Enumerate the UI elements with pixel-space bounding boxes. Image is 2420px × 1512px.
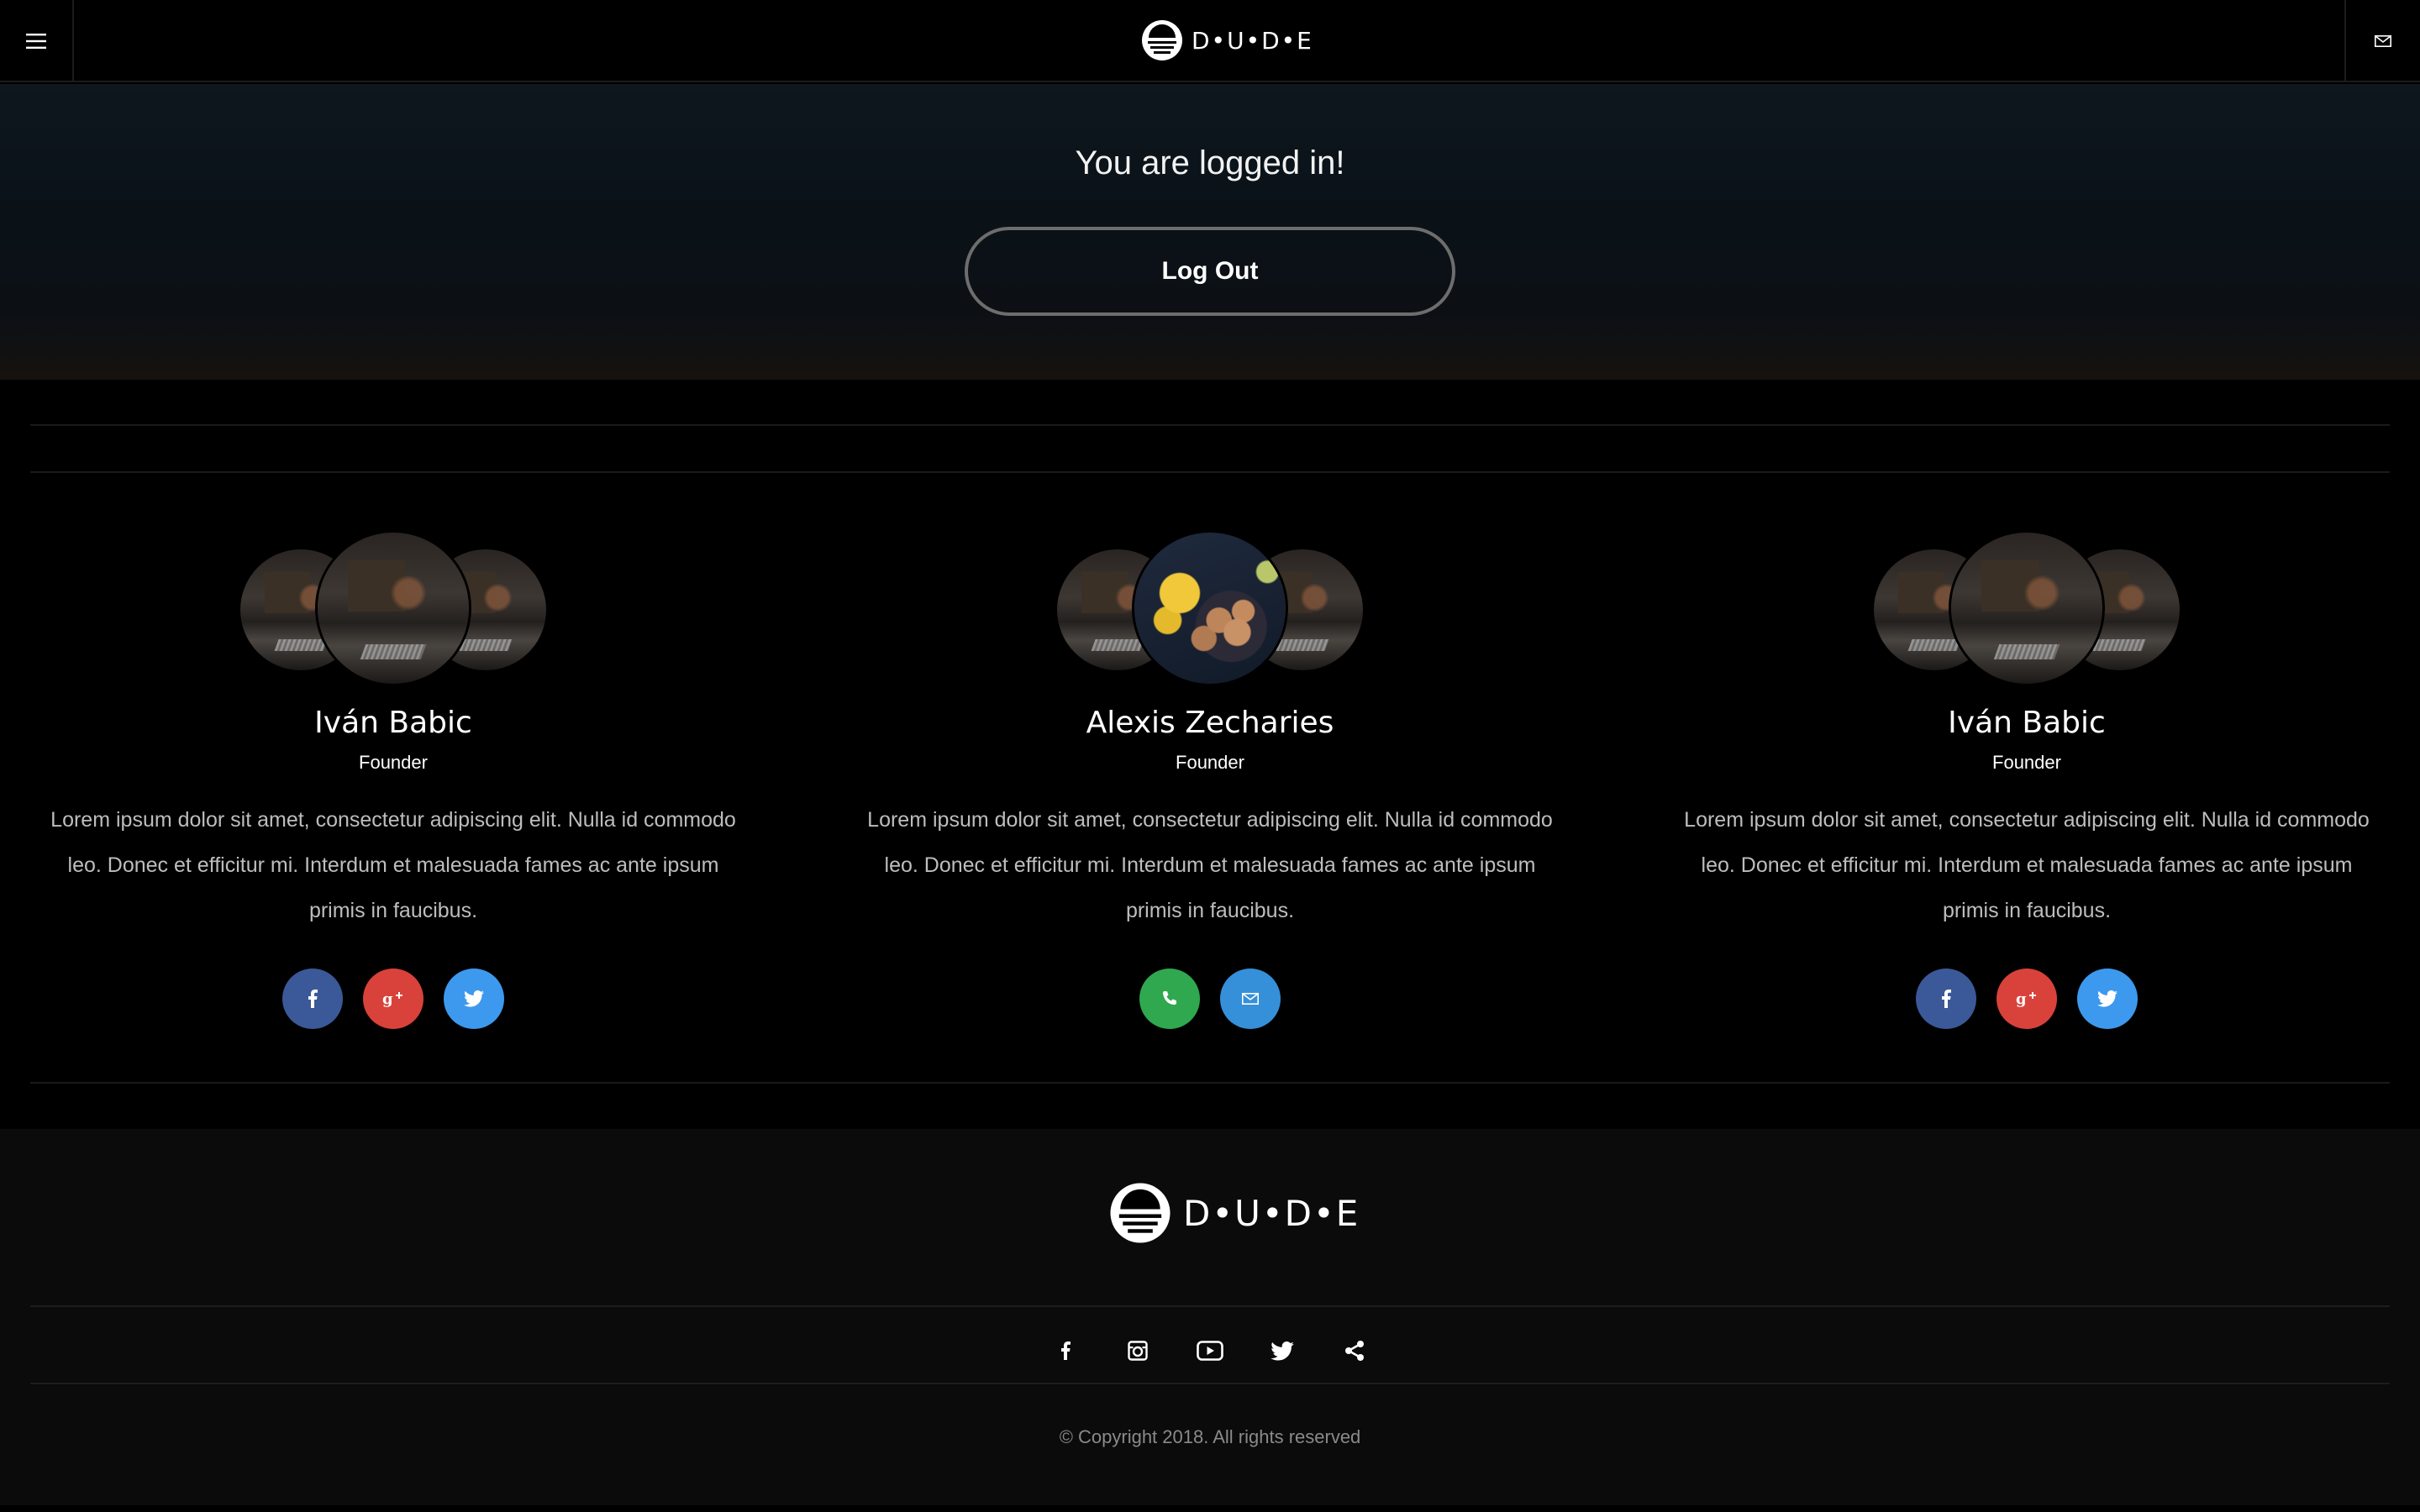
twitter-button[interactable] [2077,969,2138,1029]
avatar[interactable] [1951,533,2102,684]
footer-share-link[interactable] [1331,1327,1378,1374]
google-plus-button[interactable]: g [363,969,424,1029]
member-bio: Lorem ipsum dolor sit amet, consectetur … [867,808,1553,922]
mail-button[interactable] [1220,969,1281,1029]
member-name: Alexis Zecharies [1086,706,1334,740]
logo-icon [1110,1183,1171,1243]
avatar-group [1057,533,1363,687]
divider [30,1383,2390,1384]
team-member-card: Iván Babic Founder Lorem ipsum dolor sit… [1657,533,2396,1029]
phone-icon [1163,991,1176,1005]
member-socials [840,969,1580,1029]
footer-instagram-link[interactable] [1114,1327,1161,1374]
member-role: Founder [1992,752,2061,773]
member-bio: Lorem ipsum dolor sit amet, consectetur … [50,808,736,922]
mail-icon [1242,993,1259,1005]
youtube-icon [1197,1341,1223,1361]
member-name: Iván Babic [314,706,472,740]
twitter-button[interactable] [444,969,504,1029]
twitter-icon [464,990,484,1007]
divider [30,471,2390,473]
member-role: Founder [1176,752,1244,773]
hero-section: You are logged in! Log Out [0,84,2420,380]
avatar-group [1874,533,2180,687]
footer-logo[interactable]: D•U•D•E [1109,1179,1360,1247]
footer-twitter-link[interactable] [1259,1327,1306,1374]
facebook-button[interactable] [1916,969,1976,1029]
avatar[interactable] [1134,533,1286,684]
twitter-icon [1270,1341,1294,1361]
google-plus-icon: g [382,990,402,1008]
mail-icon [2375,35,2391,47]
menu-button[interactable] [0,0,74,82]
google-plus-button[interactable]: g [1996,969,2057,1029]
copyright-text: © Copyright 2018. All rights reserved [1059,1426,1361,1447]
footer-youtube-link[interactable] [1186,1327,1234,1374]
svg-text:g: g [2016,990,2027,1008]
logout-button[interactable]: Log Out [965,227,1455,316]
avatar-group [240,533,546,687]
logo-icon [1142,20,1182,60]
instagram-icon [1128,1341,1148,1361]
avatar[interactable] [318,533,469,684]
facebook-button[interactable] [282,969,343,1029]
phone-button[interactable] [1139,969,1200,1029]
svg-text:g: g [382,990,393,1008]
google-plus-icon: g [2016,990,2036,1008]
member-role: Founder [359,752,428,773]
footer-facebook-link[interactable] [1042,1327,1089,1374]
top-navbar: D•U•D•E [0,0,2420,82]
divider [30,1305,2390,1307]
header-logo[interactable]: D•U•D•E [1141,18,1313,62]
member-socials: g [1657,969,2396,1029]
mail-button[interactable] [2344,0,2420,82]
facebook-icon [1061,1341,1071,1360]
login-status-title: You are logged in! [1075,144,1345,181]
divider [30,424,2390,426]
facebook-icon [1942,990,1951,1008]
member-name: Iván Babic [1948,706,2106,740]
member-socials: g [24,969,763,1029]
divider [30,1082,2390,1084]
brand-name: D•U•D•E [1192,26,1313,55]
footer: D•U•D•E © Copyright 2018. All rights res… [0,1129,2420,1505]
team-member-card: Alexis Zecharies Founder Lorem ipsum dol… [840,533,1580,1029]
facebook-icon [308,990,318,1008]
footer-brand-name: D•U•D•E [1183,1192,1360,1234]
menu-icon [26,34,46,49]
twitter-icon [2097,990,2118,1007]
share-icon [1345,1341,1364,1361]
member-bio: Lorem ipsum dolor sit amet, consectetur … [1684,808,2370,922]
footer-social-links [1042,1327,1378,1374]
team-member-card: Iván Babic Founder Lorem ipsum dolor sit… [24,533,763,1029]
